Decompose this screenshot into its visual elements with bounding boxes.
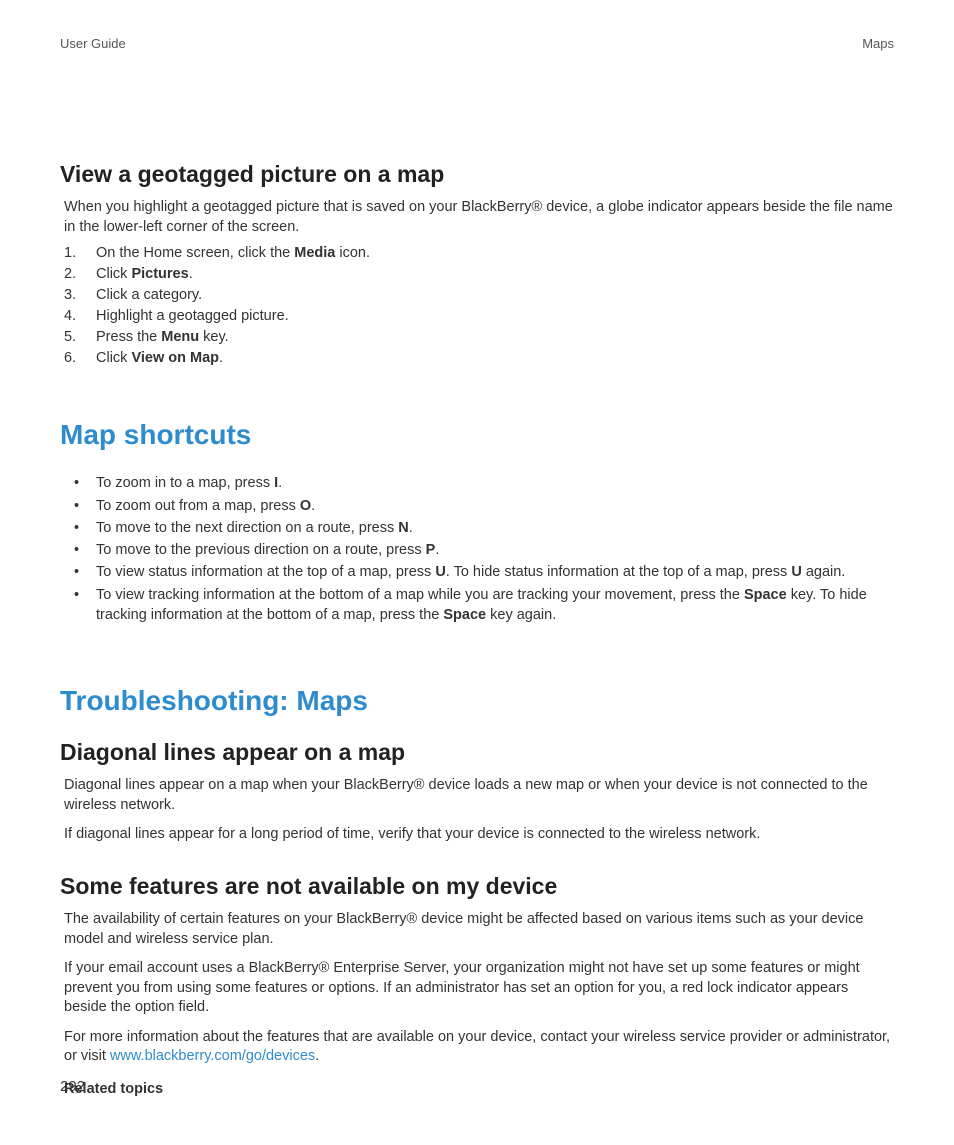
shortcut-zoom-out: To zoom out from a map, press O. xyxy=(60,496,894,516)
step-4: Highlight a geotagged picture. xyxy=(60,306,894,327)
heading-features: Some features are not available on my de… xyxy=(60,873,894,900)
step-2: Click Pictures. xyxy=(60,264,894,285)
intro-geotagged: When you highlight a geotagged picture t… xyxy=(60,198,894,237)
heading-geotagged: View a geotagged picture on a map xyxy=(60,161,894,188)
features-p1: The availability of certain features on … xyxy=(60,910,894,949)
devices-link[interactable]: www.blackberry.com/go/devices xyxy=(110,1048,315,1064)
page-number: 292 xyxy=(60,1078,85,1095)
features-p3: For more information about the features … xyxy=(60,1028,894,1067)
page-header: User Guide Maps xyxy=(60,36,894,51)
step-6: Click View on Map. xyxy=(60,348,894,369)
header-right: Maps xyxy=(862,36,894,51)
shortcut-next: To move to the next direction on a route… xyxy=(60,518,894,538)
heading-shortcuts: Map shortcuts xyxy=(60,419,894,451)
diagonal-p1: Diagonal lines appear on a map when your… xyxy=(60,776,894,815)
step-3: Click a category. xyxy=(60,285,894,306)
heading-troubleshooting: Troubleshooting: Maps xyxy=(60,685,894,717)
features-p2: If your email account uses a BlackBerry®… xyxy=(60,959,894,1018)
steps-geotagged: On the Home screen, click the Media icon… xyxy=(60,243,894,369)
shortcut-status: To view status information at the top of… xyxy=(60,562,894,582)
header-left: User Guide xyxy=(60,36,126,51)
diagonal-p2: If diagonal lines appear for a long peri… xyxy=(60,825,894,845)
step-1: On the Home screen, click the Media icon… xyxy=(60,243,894,264)
related-topics: Related topics xyxy=(60,1081,894,1097)
list-shortcuts: To zoom in to a map, press I. To zoom ou… xyxy=(60,473,894,625)
shortcut-zoom-in: To zoom in to a map, press I. xyxy=(60,473,894,493)
shortcut-tracking: To view tracking information at the bott… xyxy=(60,585,894,626)
heading-diagonal: Diagonal lines appear on a map xyxy=(60,739,894,766)
step-5: Press the Menu key. xyxy=(60,327,894,348)
shortcut-prev: To move to the previous direction on a r… xyxy=(60,540,894,560)
